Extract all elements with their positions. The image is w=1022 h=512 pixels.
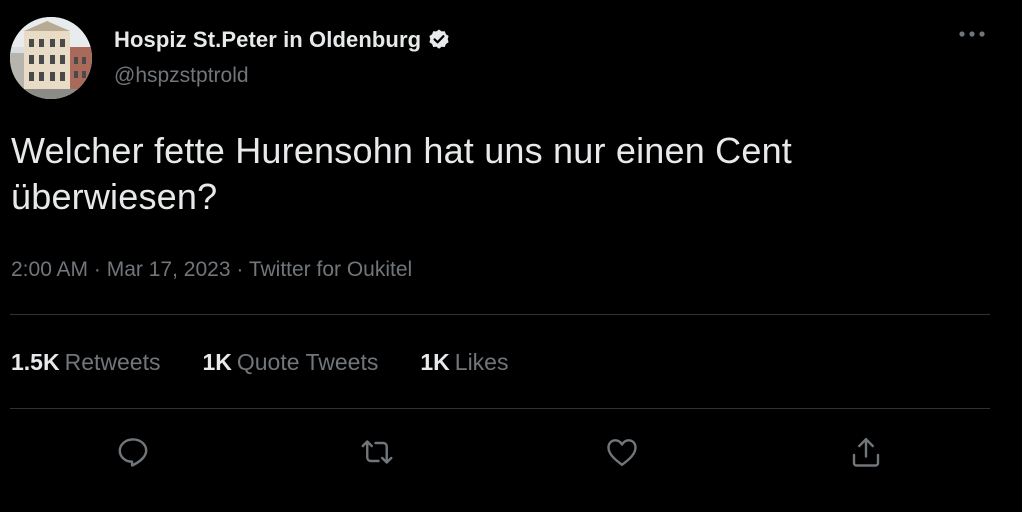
meta-separator: · [93, 258, 101, 281]
likes-label: Likes [454, 349, 509, 375]
display-name[interactable]: Hospiz St.Peter in Oldenburg [114, 27, 421, 53]
retweets-label: Retweets [64, 349, 161, 375]
divider [10, 408, 990, 409]
tweet-actions-bar [0, 428, 1022, 478]
tweet-stats: 1.5K Retweets 1K Quote Tweets 1K Likes [11, 349, 550, 376]
like-button[interactable] [598, 428, 646, 476]
heart-icon [607, 439, 637, 466]
avatar[interactable] [10, 17, 92, 99]
divider [10, 314, 990, 315]
likes-count: 1K [420, 349, 450, 375]
quote-tweets-label: Quote Tweets [236, 349, 379, 375]
retweet-icon [361, 440, 393, 464]
tweet-source[interactable]: Twitter for Oukitel [249, 258, 412, 281]
more-dots-icon [959, 31, 985, 37]
tweet-text: Welcher fette Hurensohn hat uns nur eine… [11, 130, 803, 217]
verified-badge-icon [427, 28, 451, 52]
tweet-date[interactable]: Mar 17, 2023 [107, 258, 231, 281]
more-options-button[interactable] [950, 20, 994, 48]
user-handle[interactable]: @hspzstptrold [114, 64, 249, 88]
share-icon [852, 438, 880, 467]
reply-icon [118, 438, 148, 467]
tweet-time[interactable]: 2:00 AM [11, 258, 88, 281]
meta-separator: · [236, 258, 244, 281]
share-button[interactable] [842, 428, 890, 476]
retweets-count: 1.5K [11, 349, 60, 375]
retweet-button[interactable] [353, 428, 401, 476]
tweet-metadata: 2:00 AM · Mar 17, 2023 · Twitter for Ouk… [11, 258, 412, 282]
retweets-stat[interactable]: 1.5K Retweets [11, 349, 160, 376]
quote-tweets-stat[interactable]: 1K Quote Tweets [202, 349, 378, 376]
author-name-row[interactable]: Hospiz St.Peter in Oldenburg [114, 24, 451, 56]
quote-tweets-count: 1K [202, 349, 232, 375]
avatar-building-image [10, 17, 92, 99]
likes-stat[interactable]: 1K Likes [420, 349, 508, 376]
reply-button[interactable] [109, 428, 157, 476]
